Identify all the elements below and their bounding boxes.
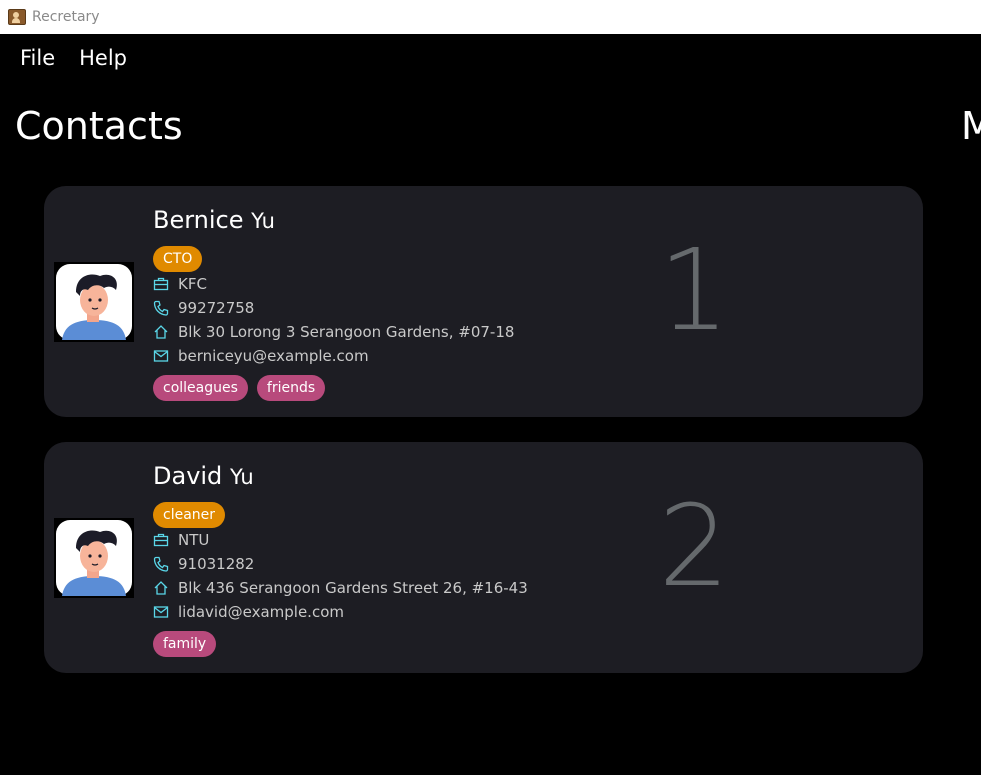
menu-file[interactable]: File [20, 46, 55, 70]
window-title: Recretary [32, 9, 100, 25]
tag-list: family [153, 631, 225, 657]
email-row: lidavid@example.com [153, 603, 344, 621]
role-tag: CTO [153, 246, 203, 272]
tag: family [153, 631, 217, 657]
avatar [54, 518, 134, 598]
company: NTU [178, 531, 210, 549]
last-name: Yu [229, 465, 254, 489]
tag-list: colleagues friends [153, 375, 334, 401]
phone-icon [153, 556, 169, 572]
tag: colleagues [153, 375, 248, 401]
contact-index: 2 [658, 482, 730, 612]
phone-row: 99272758 [153, 299, 254, 317]
phone: 91031282 [178, 555, 255, 573]
email-row: berniceyu@example.com [153, 347, 369, 365]
home-icon [154, 325, 168, 339]
contacts-heading: Contacts [15, 104, 183, 148]
window-titlebar: Recretary [0, 0, 981, 34]
right-panel-heading: M [961, 104, 981, 148]
mail-icon [153, 350, 169, 362]
address: Blk 30 Lorong 3 Serangoon Gardens, #07-1… [178, 323, 515, 341]
avatar [54, 262, 134, 342]
company: KFC [178, 275, 207, 293]
phone-icon [153, 300, 169, 316]
menu-help[interactable]: Help [79, 46, 127, 70]
address: Blk 436 Serangoon Gardens Street 26, #16… [178, 579, 528, 597]
contact-index: 1 [658, 226, 730, 356]
contact-card[interactable]: Bernice Yu CTO KFC 99272758 Blk 30 Loron… [44, 186, 923, 417]
contact-name: Bernice Yu [153, 206, 275, 234]
briefcase-icon [153, 277, 169, 291]
phone: 99272758 [178, 299, 255, 317]
email: lidavid@example.com [178, 603, 344, 621]
first-name: Bernice [153, 206, 244, 234]
address-row: Blk 30 Lorong 3 Serangoon Gardens, #07-1… [153, 323, 514, 341]
role-tag: cleaner [153, 502, 226, 528]
email: berniceyu@example.com [178, 347, 369, 365]
contact-card[interactable]: David Yu cleaner NTU 91031282 Blk 436 Se… [44, 442, 923, 673]
home-icon [154, 581, 168, 595]
first-name: David [153, 462, 223, 490]
phone-row: 91031282 [153, 555, 254, 573]
briefcase-icon [153, 533, 169, 547]
contact-name: David Yu [153, 462, 254, 490]
company-row: KFC [153, 275, 207, 293]
app-icon [8, 9, 26, 25]
company-row: NTU [153, 531, 209, 549]
address-row: Blk 436 Serangoon Gardens Street 26, #16… [153, 579, 528, 597]
menu-bar: File Help [0, 34, 981, 82]
mail-icon [153, 606, 169, 618]
last-name: Yu [251, 209, 275, 233]
tag: friends [256, 375, 326, 401]
